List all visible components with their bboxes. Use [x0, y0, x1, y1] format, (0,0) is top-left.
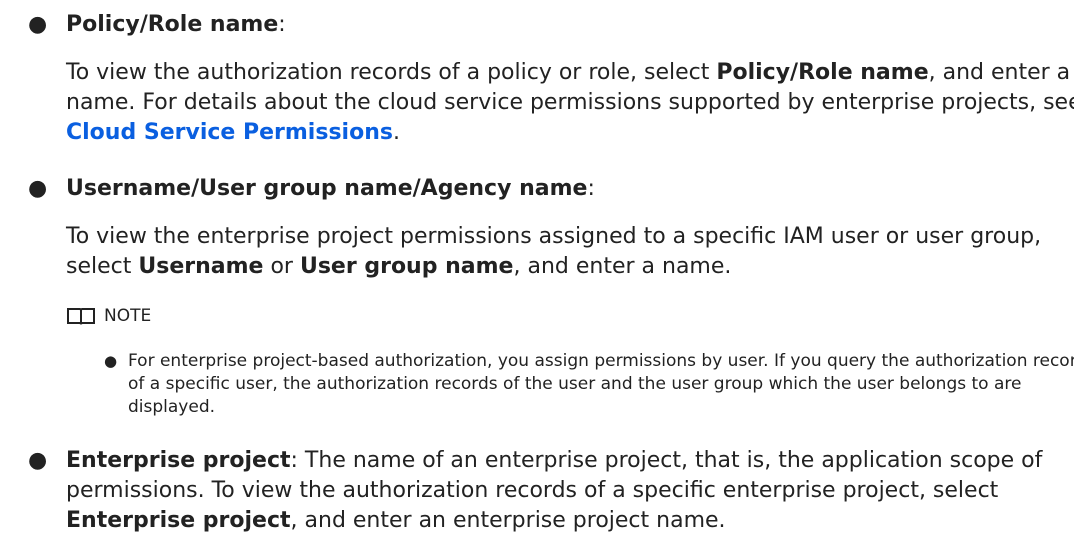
- bold-term: Enterprise project: [66, 508, 291, 533]
- item-description: Enterprise project: The name of an enter…: [66, 446, 1074, 536]
- bullet: ●: [28, 12, 48, 37]
- cloud-service-permissions-link[interactable]: Cloud Service Permissions: [66, 120, 393, 145]
- note-text: For enterprise project-based authorizati…: [128, 351, 1074, 417]
- text: .: [392, 120, 400, 145]
- list-item-enterprise-project: ● Enterprise project: The name of an ent…: [0, 446, 1074, 536]
- bullet: ●: [28, 176, 48, 201]
- list-item-username: ● Username/User group name/Agency name: …: [0, 174, 1074, 419]
- item-description: To view the enterprise project permissio…: [66, 222, 1074, 282]
- text: , and enter a name.: [513, 254, 732, 279]
- heading-suffix: :: [587, 176, 595, 201]
- bold-term: User group name: [299, 254, 514, 279]
- list-item-policy-role: ● Policy/Role name: To view the authoriz…: [0, 10, 1074, 148]
- note-item: ● For enterprise project-based authoriza…: [104, 350, 1074, 419]
- item-description: To view the authorization records of a p…: [66, 58, 1074, 148]
- book-icon: [66, 306, 96, 326]
- note-label: NOTE: [104, 306, 152, 326]
- note-heading: NOTE: [66, 306, 1074, 326]
- heading-bold: Policy/Role name: [66, 12, 279, 37]
- bullet: ●: [104, 352, 118, 370]
- note-list: ● For enterprise project-based authoriza…: [66, 350, 1074, 419]
- text: To view the authorization records of a p…: [66, 60, 717, 85]
- bold-term: Policy/Role name: [716, 60, 929, 85]
- heading-bold: Enterprise project: [66, 448, 291, 473]
- bold-term: Username: [138, 254, 264, 279]
- bullet: ●: [28, 448, 48, 473]
- item-heading: Policy/Role name:: [66, 10, 1074, 40]
- heading-bold: Username/User group name/Agency name: [66, 176, 588, 201]
- text: or: [263, 254, 300, 279]
- text: , and enter an enterprise project name.: [290, 508, 726, 533]
- item-heading: Username/User group name/Agency name:: [66, 174, 1074, 204]
- heading-suffix: :: [278, 12, 286, 37]
